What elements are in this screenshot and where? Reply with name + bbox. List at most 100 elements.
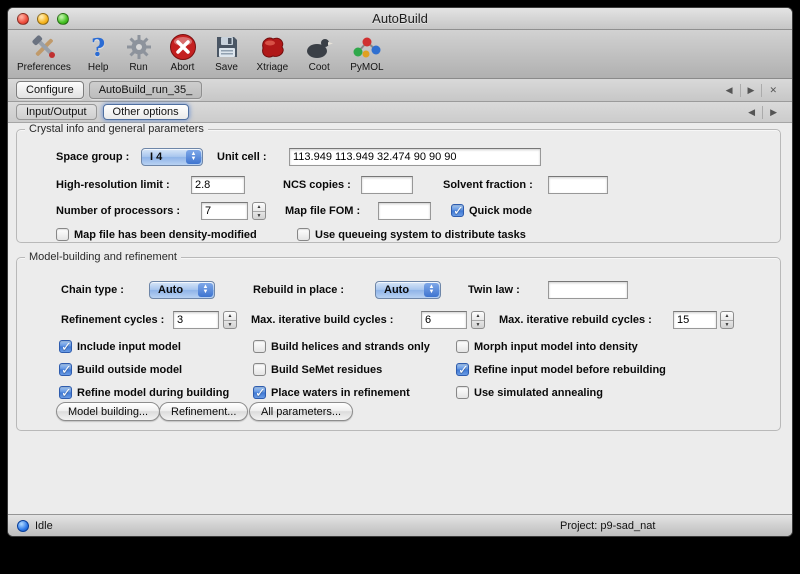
unit-cell-label: Unit cell : [217, 151, 267, 163]
checkbox-label: Refine input model before rebuilding [474, 364, 666, 376]
form-row: Space group : I 4 ▲▼ Unit cell : [17, 148, 780, 168]
max-build-cycles-input[interactable] [421, 311, 467, 329]
preferences-button[interactable]: Preferences [14, 32, 74, 73]
stepper-up-icon[interactable]: ▲ [253, 203, 265, 212]
solvent-fraction-input[interactable] [548, 176, 608, 194]
stepper-down-icon[interactable]: ▼ [253, 212, 265, 220]
rebuild-in-place-popup[interactable]: Auto ▲▼ [375, 281, 441, 299]
checkbox-label: Use queueing system to distribute tasks [315, 229, 526, 241]
chain-type-popup[interactable]: Auto ▲▼ [149, 281, 215, 299]
twin-law-input[interactable] [548, 281, 628, 299]
stepper-up-icon[interactable]: ▲ [721, 312, 733, 321]
all-parameters-button[interactable]: All parameters... [249, 402, 353, 421]
include-input-model-checkbox[interactable]: Include input model [59, 340, 181, 353]
refinement-cycles-stepper[interactable]: ▲ ▼ [223, 311, 237, 329]
checkbox-label: Include input model [77, 341, 181, 353]
popup-value: Auto [384, 284, 409, 296]
processors-input[interactable] [201, 202, 248, 220]
density-modified-checkbox[interactable]: Map file has been density-modified [56, 228, 257, 241]
popup-arrows-icon: ▲▼ [198, 283, 213, 297]
close-window-button[interactable] [17, 13, 29, 25]
processors-label: Number of processors : [56, 205, 180, 217]
high-res-input[interactable] [191, 176, 245, 194]
tab-input-output[interactable]: Input/Output [16, 104, 97, 120]
solvent-fraction-label: Solvent fraction : [443, 179, 533, 191]
ncs-copies-input[interactable] [361, 176, 413, 194]
build-helices-strands-checkbox[interactable]: Build helices and strands only [253, 340, 430, 353]
tool-label: Xtriage [257, 62, 289, 73]
place-waters-checkbox[interactable]: Place waters in refinement [253, 386, 410, 399]
checkbox-label: Map file has been density-modified [74, 229, 257, 241]
form-row: Model building... Refinement... All para… [17, 402, 780, 422]
stepper-up-icon[interactable]: ▲ [472, 312, 484, 321]
form-row: Map file has been density-modified Use q… [17, 226, 780, 246]
refine-during-building-checkbox[interactable]: Refine model during building [59, 386, 229, 399]
coot-button[interactable]: Coot [302, 32, 336, 73]
max-rebuild-cycles-input[interactable] [673, 311, 717, 329]
stepper-down-icon[interactable]: ▼ [721, 321, 733, 329]
stepper-down-icon[interactable]: ▼ [224, 321, 236, 329]
checkbox-box [59, 340, 72, 353]
morph-input-model-checkbox[interactable]: Morph input model into density [456, 340, 638, 353]
tab-forward-icon[interactable]: ▶ [740, 84, 762, 97]
twin-law-label: Twin law : [468, 284, 520, 296]
options-back-icon[interactable]: ◀ [741, 106, 762, 119]
tab-back-icon[interactable]: ◀ [719, 84, 740, 97]
checkbox-label: Build helices and strands only [271, 341, 430, 353]
form-row: Refinement cycles : ▲ ▼ Max. iterative b… [17, 311, 780, 331]
quick-mode-checkbox[interactable]: Quick mode [451, 204, 532, 217]
stepper-up-icon[interactable]: ▲ [224, 312, 236, 321]
checkbox-box [56, 228, 69, 241]
refinement-cycles-input[interactable] [173, 311, 219, 329]
pymol-button[interactable]: PyMOL [347, 32, 386, 73]
build-semet-checkbox[interactable]: Build SeMet residues [253, 363, 382, 376]
run-button[interactable]: Run [123, 32, 155, 73]
map-fom-label: Map file FOM : [285, 205, 360, 217]
content-area: Crystal info and general parameters Spac… [8, 123, 792, 514]
tab-other-options[interactable]: Other options [103, 104, 189, 120]
group-title: Model-building and refinement [25, 251, 181, 263]
autobuild-window: AutoBuild Preferences ? Help [7, 7, 793, 537]
abort-button[interactable]: Abort [166, 32, 200, 73]
tool-label: Save [215, 62, 238, 73]
processors-stepper[interactable]: ▲ ▼ [252, 202, 266, 220]
unit-cell-input[interactable] [289, 148, 541, 166]
model-building-group: Model-building and refinement Chain type… [16, 257, 781, 431]
checkbox-box [59, 386, 72, 399]
space-group-popup[interactable]: I 4 ▲▼ [141, 148, 203, 166]
stepper-down-icon[interactable]: ▼ [472, 321, 484, 329]
save-button[interactable]: Save [211, 32, 243, 73]
build-outside-model-checkbox[interactable]: Build outside model [59, 363, 182, 376]
checkbox-label: Quick mode [469, 205, 532, 217]
checkbox-box [59, 363, 72, 376]
run-gear-icon [126, 32, 152, 62]
save-icon [214, 32, 240, 62]
checkbox-label: Build SeMet residues [271, 364, 382, 376]
tab-close-icon[interactable]: ✕ [761, 84, 784, 97]
refine-before-rebuilding-checkbox[interactable]: Refine input model before rebuilding [456, 363, 666, 376]
refinement-button[interactable]: Refinement... [159, 402, 248, 421]
tab-configure[interactable]: Configure [16, 81, 84, 99]
xtriage-button[interactable]: Xtriage [254, 32, 292, 73]
max-build-cycles-stepper[interactable]: ▲ ▼ [471, 311, 485, 329]
queueing-checkbox[interactable]: Use queueing system to distribute tasks [297, 228, 526, 241]
traffic-lights [17, 13, 69, 25]
tab-autobuild-run-35[interactable]: AutoBuild_run_35_ [89, 81, 203, 99]
high-res-label: High-resolution limit : [56, 179, 170, 191]
tool-label: Help [88, 62, 109, 73]
form-row: Build outside model Build SeMet residues… [17, 361, 780, 381]
zoom-window-button[interactable] [57, 13, 69, 25]
simulated-annealing-checkbox[interactable]: Use simulated annealing [456, 386, 603, 399]
checkbox-label: Use simulated annealing [474, 387, 603, 399]
max-rebuild-cycles-stepper[interactable]: ▲ ▼ [720, 311, 734, 329]
checkbox-label: Place waters in refinement [271, 387, 410, 399]
options-forward-icon[interactable]: ▶ [762, 106, 784, 119]
map-fom-input[interactable] [378, 202, 431, 220]
minimize-window-button[interactable] [37, 13, 49, 25]
help-button[interactable]: ? Help [85, 32, 112, 73]
titlebar[interactable]: AutoBuild [8, 8, 792, 30]
ncs-copies-label: NCS copies : [283, 179, 351, 191]
status-text: Idle [35, 520, 53, 532]
model-building-button[interactable]: Model building... [56, 402, 160, 421]
statusbar: Idle Project: p9-sad_nat [8, 514, 792, 536]
